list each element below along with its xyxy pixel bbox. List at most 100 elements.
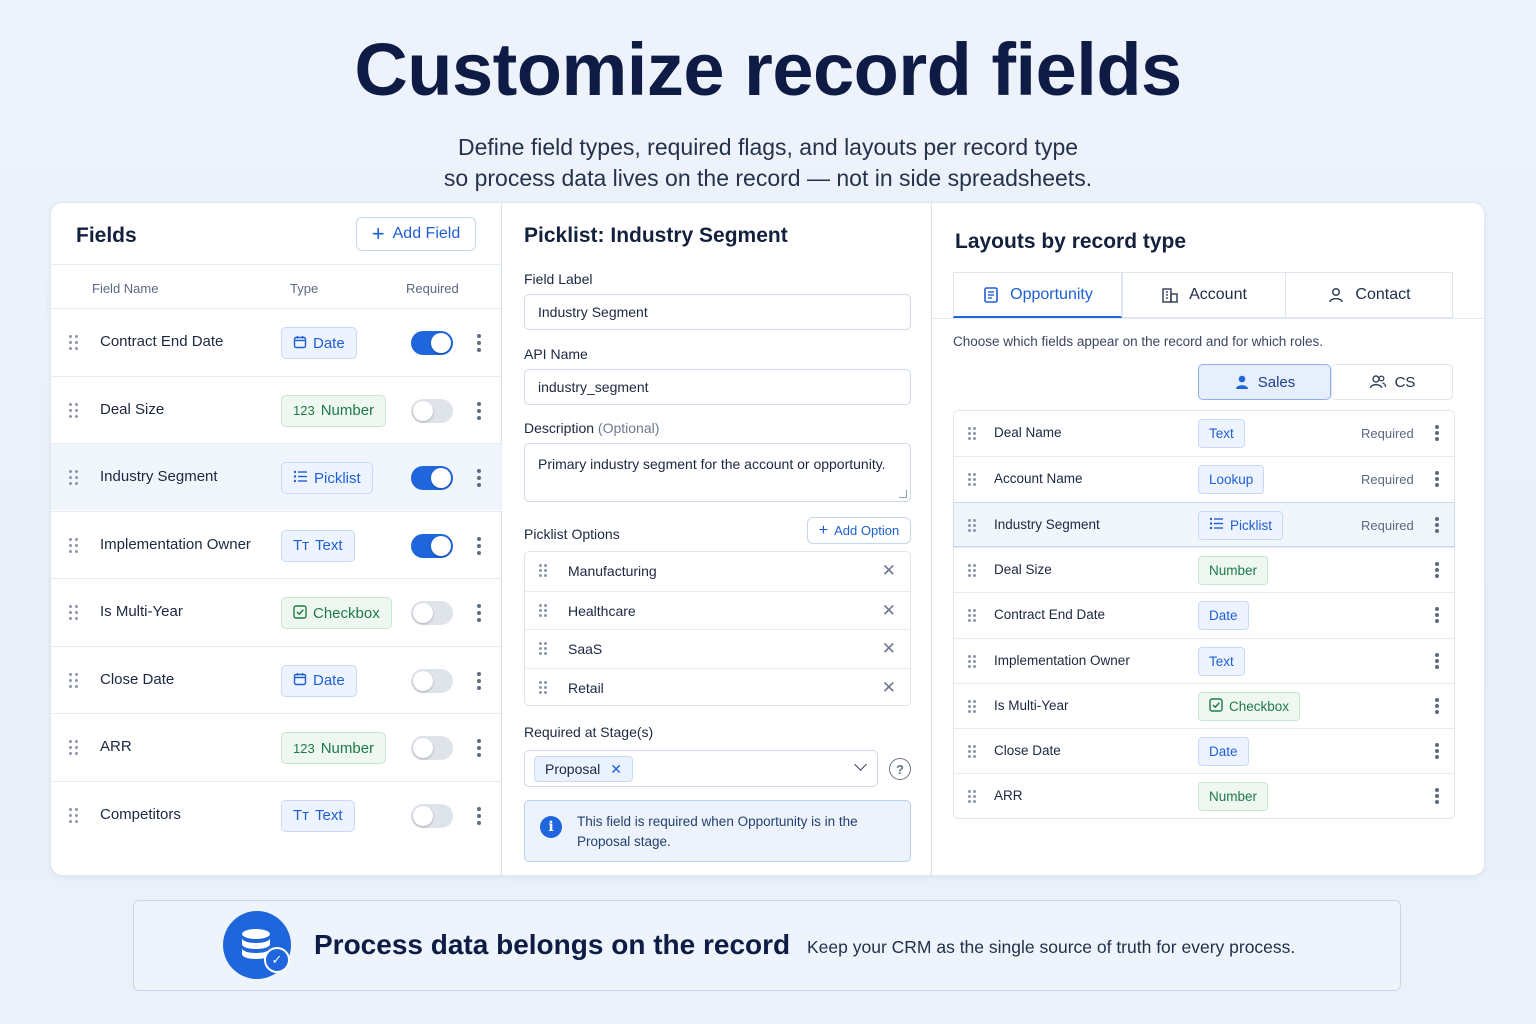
info-text: This field is required when Opportunity …: [577, 814, 858, 849]
api-name-input[interactable]: industry_segment: [524, 369, 911, 405]
drag-handle-icon[interactable]: [968, 790, 978, 806]
drag-handle-icon[interactable]: [968, 654, 978, 671]
layout-field-row[interactable]: Deal Size Number: [954, 546, 1454, 592]
drag-handle-icon[interactable]: [968, 427, 978, 443]
more-options-icon[interactable]: [477, 671, 481, 690]
drag-handle-icon[interactable]: [539, 680, 549, 697]
layout-field-row[interactable]: Contract End Date Date: [954, 592, 1454, 637]
drag-handle-icon[interactable]: [69, 470, 79, 486]
role-cs[interactable]: CS: [1331, 364, 1453, 400]
drag-handle-icon[interactable]: [69, 537, 79, 554]
tabs-divider: [932, 318, 1485, 319]
layout-field-row[interactable]: Industry Segment Picklist Required: [953, 501, 1455, 547]
drag-handle-icon[interactable]: [69, 402, 79, 419]
drag-handle-icon[interactable]: [539, 603, 549, 620]
drag-handle-icon[interactable]: [69, 605, 79, 621]
drag-handle-icon[interactable]: [539, 564, 549, 580]
drag-handle-icon[interactable]: [69, 335, 79, 351]
remove-option-icon[interactable]: ✕: [882, 639, 896, 659]
required-toggle[interactable]: [411, 601, 453, 625]
picklist-option[interactable]: Healthcare ✕: [525, 590, 910, 629]
required-label: Required: [1361, 472, 1414, 488]
remove-option-icon[interactable]: ✕: [882, 678, 896, 698]
add-field-button[interactable]: + Add Field: [356, 217, 476, 251]
field-row[interactable]: Competitors Tт Text: [51, 780, 502, 848]
remove-option-icon[interactable]: ✕: [882, 601, 896, 621]
info-callout: i This field is required when Opportunit…: [524, 800, 911, 862]
field-type-label: Checkbox: [313, 604, 380, 622]
field-type-label: Date: [313, 334, 345, 352]
picklist-option[interactable]: Retail ✕: [525, 667, 910, 706]
more-options-icon[interactable]: [1435, 788, 1439, 806]
more-options-icon[interactable]: [477, 334, 481, 352]
picklist-option[interactable]: Manufacturing ✕: [525, 552, 910, 590]
layout-field-row[interactable]: Implementation Owner Text: [954, 637, 1454, 683]
tab-opportunity[interactable]: Opportunity: [953, 272, 1122, 318]
layout-field-name: Is Multi-Year: [994, 697, 1069, 713]
layout-field-row[interactable]: Account Name Lookup Required: [954, 456, 1454, 501]
stage-multiselect[interactable]: Proposal ✕: [524, 750, 878, 787]
field-label-input[interactable]: Industry Segment: [524, 294, 911, 330]
checkmark-icon: ✓: [264, 947, 290, 973]
more-options-icon[interactable]: [1435, 425, 1439, 443]
drag-handle-icon[interactable]: [968, 473, 978, 489]
more-options-icon[interactable]: [477, 739, 481, 757]
tab-contact[interactable]: Contact: [1285, 272, 1453, 318]
more-options-icon[interactable]: [1435, 652, 1439, 671]
drag-handle-icon[interactable]: [968, 745, 978, 761]
field-row[interactable]: ARR 123 Number: [51, 713, 502, 780]
add-option-button[interactable]: + Add Option: [807, 517, 911, 544]
chevron-down-icon[interactable]: [854, 758, 867, 771]
layout-field-row[interactable]: ARR Number: [954, 773, 1454, 818]
layout-field-row[interactable]: Close Date Date: [954, 728, 1454, 773]
required-toggle[interactable]: [411, 398, 453, 423]
field-row[interactable]: Implementation Owner Tт Text: [51, 510, 502, 578]
more-options-icon[interactable]: [477, 806, 481, 825]
required-toggle[interactable]: [411, 533, 453, 558]
drag-handle-icon[interactable]: [69, 807, 79, 824]
more-options-icon[interactable]: [1435, 471, 1439, 489]
drag-handle-icon[interactable]: [69, 740, 79, 756]
drag-handle-icon[interactable]: [539, 642, 549, 658]
layout-field-row[interactable]: Is Multi-Year Checkbox: [954, 682, 1454, 728]
field-row[interactable]: Contract End Date Date: [51, 308, 502, 375]
layout-type-badge: Checkbox: [1198, 691, 1301, 721]
more-options-icon[interactable]: [477, 469, 481, 487]
more-options-icon[interactable]: [1435, 516, 1439, 535]
field-row[interactable]: Industry Segment Picklist: [51, 443, 502, 510]
field-row[interactable]: Close Date Date: [51, 645, 502, 713]
required-toggle[interactable]: [411, 331, 453, 355]
layout-type-badge: Text: [1198, 646, 1245, 676]
field-row[interactable]: Is Multi-Year Checkbox: [51, 578, 502, 645]
required-toggle[interactable]: [411, 668, 453, 693]
toggle-knob: [413, 603, 433, 623]
more-options-icon[interactable]: [1435, 697, 1439, 716]
help-icon[interactable]: ?: [889, 758, 911, 780]
more-options-icon[interactable]: [1435, 561, 1439, 580]
required-toggle[interactable]: [411, 736, 453, 760]
drag-handle-icon[interactable]: [968, 609, 978, 625]
field-type-badge: Tт Text: [281, 799, 355, 832]
remove-tag-icon[interactable]: ✕: [610, 761, 622, 778]
remove-option-icon[interactable]: ✕: [882, 561, 896, 581]
drag-handle-icon[interactable]: [968, 563, 978, 580]
fields-title: Fields: [76, 224, 137, 247]
required-toggle[interactable]: [411, 803, 453, 828]
drag-handle-icon[interactable]: [968, 699, 978, 716]
picklist-option[interactable]: SaaS ✕: [525, 629, 910, 667]
layout-field-row[interactable]: Deal Name Text Required: [954, 411, 1454, 456]
role-sales[interactable]: Sales: [1198, 364, 1331, 400]
drag-handle-icon[interactable]: [69, 672, 79, 689]
required-toggle[interactable]: [411, 466, 453, 490]
list-icon: [1209, 517, 1224, 533]
more-options-icon[interactable]: [477, 604, 481, 622]
field-row[interactable]: Deal Size 123 Number: [51, 375, 502, 443]
more-options-icon[interactable]: [1435, 743, 1439, 761]
drag-handle-icon[interactable]: [968, 518, 978, 535]
more-options-icon[interactable]: [477, 536, 481, 555]
description-textarea[interactable]: Primary industry segment for the account…: [524, 443, 911, 502]
more-options-icon[interactable]: [1435, 607, 1439, 625]
resize-handle-icon[interactable]: [899, 490, 907, 498]
more-options-icon[interactable]: [477, 401, 481, 420]
tab-account[interactable]: Account: [1122, 272, 1286, 318]
